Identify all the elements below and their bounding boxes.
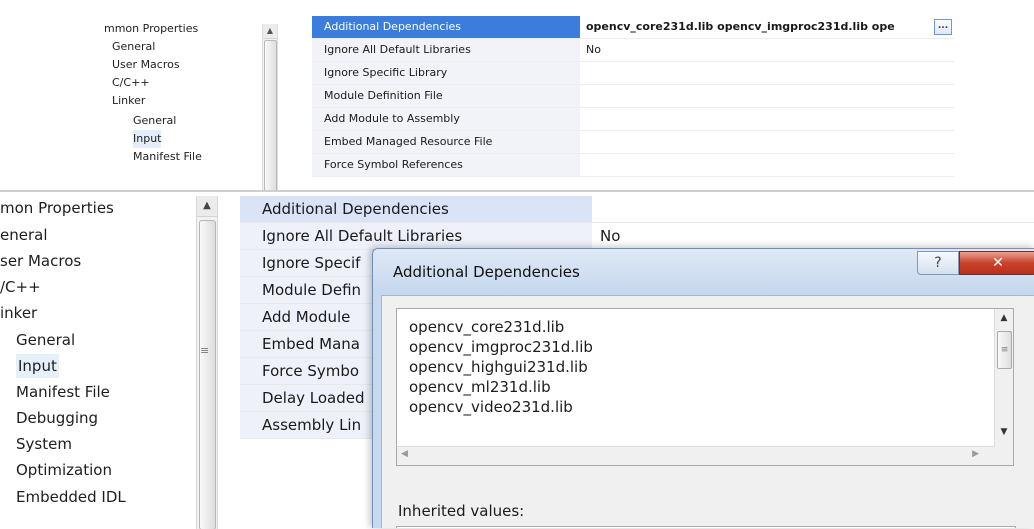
property-name: Force Symbol References xyxy=(312,154,580,176)
property-name: Ignore All Default Libraries xyxy=(240,223,592,249)
property-row[interactable]: Ignore Specific Library xyxy=(312,62,954,85)
property-row[interactable]: Force Symbol References xyxy=(312,154,954,177)
property-value[interactable]: No xyxy=(592,223,1034,249)
tree-item-cpp[interactable]: /C++ xyxy=(0,275,41,299)
tree-item-optimization[interactable]: Optimization xyxy=(16,458,112,482)
tree-item-debugging[interactable]: Debugging xyxy=(16,406,98,430)
tree-item-user-macros[interactable]: User Macros xyxy=(112,56,180,74)
tree-item-linker-general[interactable]: General xyxy=(16,328,75,352)
dependency-line: opencv_highgui231d.lib xyxy=(409,358,588,376)
property-name: Additional Dependencies xyxy=(240,196,592,222)
dialog-body: opencv_core231d.lib opencv_imgproc231d.l… xyxy=(381,295,1034,528)
scroll-grip-icon: ≡ xyxy=(200,344,210,357)
tree-scrollbar-small[interactable]: ▲ xyxy=(262,24,278,190)
property-value[interactable] xyxy=(580,154,954,176)
property-value[interactable] xyxy=(580,85,954,107)
inherited-values-label: Inherited values: xyxy=(398,502,525,520)
tree-scrollbar-large[interactable]: ▲ ≡ xyxy=(196,196,218,529)
property-value-text: opencv_core231d.lib opencv_imgproc231d.l… xyxy=(586,20,895,33)
tree-item-linker-input[interactable]: Input xyxy=(133,130,162,148)
property-value[interactable]: No xyxy=(580,39,954,61)
scroll-thumb[interactable] xyxy=(264,40,277,190)
edit-ellipsis-button[interactable]: ... xyxy=(934,19,952,35)
tree-item-embedded-idl[interactable]: Embedded IDL xyxy=(16,485,126,509)
top-property-pages: mmon Properties General User Macros C/C+… xyxy=(0,0,1034,190)
tree-item-user-macros[interactable]: ser Macros xyxy=(0,249,81,273)
property-name: Add Module to Assembly xyxy=(312,108,580,130)
tree-item-common-properties[interactable]: mon Properties xyxy=(0,196,114,220)
tree-item-system[interactable]: System xyxy=(16,432,72,456)
scroll-down-arrow-icon[interactable]: ▼ xyxy=(995,427,1013,441)
dependencies-list: opencv_core231d.lib opencv_imgproc231d.l… xyxy=(409,317,593,417)
scroll-thumb[interactable]: ≡ xyxy=(997,331,1012,369)
scroll-up-arrow-icon[interactable]: ▲ xyxy=(263,24,277,39)
close-button[interactable]: ✕ xyxy=(959,251,1034,275)
property-name: Embed Managed Resource File xyxy=(312,131,580,153)
tree-item-linker[interactable]: Linker xyxy=(112,92,145,110)
additional-dependencies-dialog: Additional Dependencies ? ✕ opencv_core2… xyxy=(372,248,1034,528)
property-row[interactable]: Ignore All Default Libraries No xyxy=(312,39,954,62)
dependencies-textarea[interactable]: opencv_core231d.lib opencv_imgproc231d.l… xyxy=(396,308,1014,466)
dependency-line: opencv_video231d.lib xyxy=(409,398,573,416)
tree-item-linker-input[interactable]: Input xyxy=(16,354,59,378)
property-name: Additional Dependencies xyxy=(312,16,580,38)
property-row[interactable]: Additional Dependencies opencv_core231d.… xyxy=(312,16,954,39)
tree-item-linker[interactable]: inker xyxy=(0,301,37,325)
property-row[interactable]: Additional Dependencies xyxy=(240,196,1034,223)
tree-item-manifest-file[interactable]: Manifest File xyxy=(16,380,110,404)
tree-item-general[interactable]: General xyxy=(112,38,155,56)
dependency-line: opencv_core231d.lib xyxy=(409,318,565,336)
scroll-left-arrow-icon[interactable]: ◀ xyxy=(401,449,408,459)
textarea-vertical-scrollbar[interactable]: ▲ ≡ ▼ xyxy=(994,309,1013,447)
scroll-up-arrow-icon[interactable]: ▲ xyxy=(995,313,1013,327)
property-name: Module Definition File xyxy=(312,85,580,107)
dependency-line: opencv_ml231d.lib xyxy=(409,378,551,396)
property-row[interactable]: Add Module to Assembly xyxy=(312,108,954,131)
property-name: Ignore Specific Library xyxy=(312,62,580,84)
tree-item-manifest-file[interactable]: Manifest File xyxy=(133,148,202,166)
property-grid-small: Additional Dependencies opencv_core231d.… xyxy=(312,16,954,177)
property-value[interactable] xyxy=(580,108,954,130)
scroll-thumb[interactable] xyxy=(199,220,216,529)
property-row[interactable]: Embed Managed Resource File xyxy=(312,131,954,154)
property-row[interactable]: Ignore All Default Libraries No xyxy=(240,223,1034,250)
scroll-up-arrow-icon[interactable]: ▲ xyxy=(197,196,217,217)
property-value[interactable]: opencv_core231d.lib opencv_imgproc231d.l… xyxy=(580,16,954,38)
dialog-titlebar[interactable]: Additional Dependencies ? ✕ xyxy=(373,249,1034,295)
help-button[interactable]: ? xyxy=(917,251,959,275)
tree-item-linker-general[interactable]: General xyxy=(133,112,176,130)
property-value[interactable] xyxy=(580,62,954,84)
scroll-right-arrow-icon[interactable]: ▶ xyxy=(972,449,979,459)
property-value[interactable] xyxy=(580,131,954,153)
tree-item-general[interactable]: eneral xyxy=(0,223,48,247)
textarea-horizontal-scrollbar[interactable]: ◀ ▶ xyxy=(397,446,995,465)
property-row[interactable]: Module Definition File xyxy=(312,85,954,108)
inherited-values-box xyxy=(396,526,1016,528)
property-value[interactable] xyxy=(592,196,1034,222)
tree-item-cpp[interactable]: C/C++ xyxy=(112,74,150,92)
dialog-title: Additional Dependencies xyxy=(393,263,580,281)
scrollbar-corner xyxy=(995,447,1013,465)
tree-item-common-properties[interactable]: mmon Properties xyxy=(104,20,198,38)
dependency-line: opencv_imgproc231d.lib xyxy=(409,338,593,356)
property-name: Ignore All Default Libraries xyxy=(312,39,580,61)
